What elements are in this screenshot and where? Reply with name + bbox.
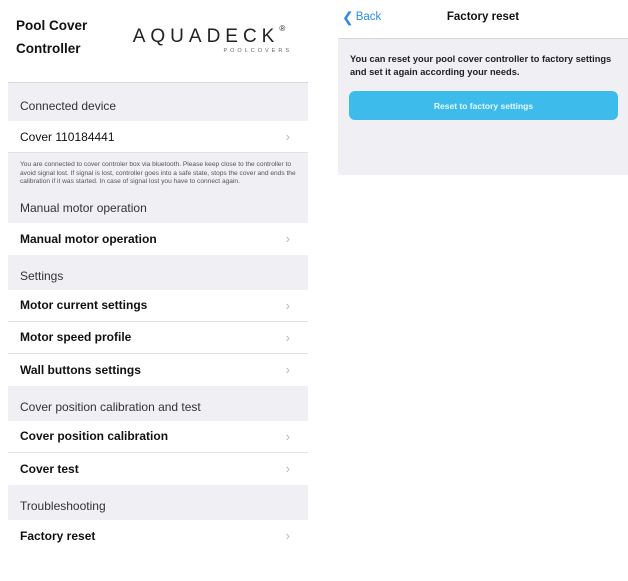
chevron-right-icon: › [285, 428, 290, 444]
chevron-right-icon: › [285, 361, 290, 377]
app-header: Pool Cover Controller AQUADECK® POOLCOVE… [8, 0, 308, 83]
manual-motor-operation-row[interactable]: Manual motor operation › [8, 222, 308, 255]
brand-logo: AQUADECK® POOLCOVERS [120, 24, 298, 54]
row-label: Wall buttons settings [20, 362, 141, 377]
navigation-bar: ❮ Back Factory reset [338, 0, 628, 39]
app-title: Pool Cover Controller [16, 18, 88, 56]
row-label: Motor current settings [20, 298, 148, 312]
chevron-right-icon: › [285, 527, 290, 543]
chevron-right-icon: › [285, 297, 290, 313]
cover-test-row[interactable]: Cover test › [8, 452, 308, 485]
section-header-settings: Settings [8, 254, 308, 290]
connected-device-row[interactable]: Cover 110184441 › [8, 121, 308, 153]
row-label: Manual motor operation [20, 231, 157, 246]
factory-reset-row[interactable]: Factory reset › [8, 519, 308, 552]
row-label: Factory reset [20, 528, 96, 543]
chevron-right-icon: › [285, 129, 290, 144]
motor-current-settings-row[interactable]: Motor current settings › [8, 289, 308, 322]
factory-reset-screen: ❮ Back Factory reset You can reset your … [338, 0, 628, 175]
section-header-connected-device: Connected device [8, 83, 308, 121]
motor-speed-profile-row[interactable]: Motor speed profile › [8, 321, 308, 354]
chevron-right-icon: › [285, 230, 290, 246]
cover-position-calibration-row[interactable]: Cover position calibration › [8, 420, 308, 453]
page-title: Factory reset [446, 11, 520, 23]
wall-buttons-settings-row[interactable]: Wall buttons settings › [8, 353, 308, 386]
brand-subtitle: POOLCOVERS [223, 48, 292, 54]
row-label: Motor speed profile [20, 330, 132, 344]
reset-description: You can reset your pool cover controller… [350, 54, 612, 77]
section-header-manual-motor: Manual motor operation [8, 192, 308, 223]
connection-info-text: You are connected to cover controler box… [8, 153, 308, 193]
reset-to-factory-settings-button[interactable]: Reset to factory settings [349, 91, 618, 120]
device-name: Cover 110184441 [20, 129, 115, 144]
section-header-troubleshooting: Troubleshooting [8, 484, 308, 520]
brand-name: AQUADECK® [132, 24, 286, 47]
row-label: Cover test [20, 461, 79, 476]
row-label: Cover position calibration [20, 429, 169, 443]
section-header-calibration: Cover position calibration and test [8, 385, 308, 421]
main-menu-screen: Pool Cover Controller AQUADECK® POOLCOVE… [8, 0, 308, 581]
chevron-right-icon: › [285, 460, 290, 476]
chevron-right-icon: › [285, 329, 290, 345]
